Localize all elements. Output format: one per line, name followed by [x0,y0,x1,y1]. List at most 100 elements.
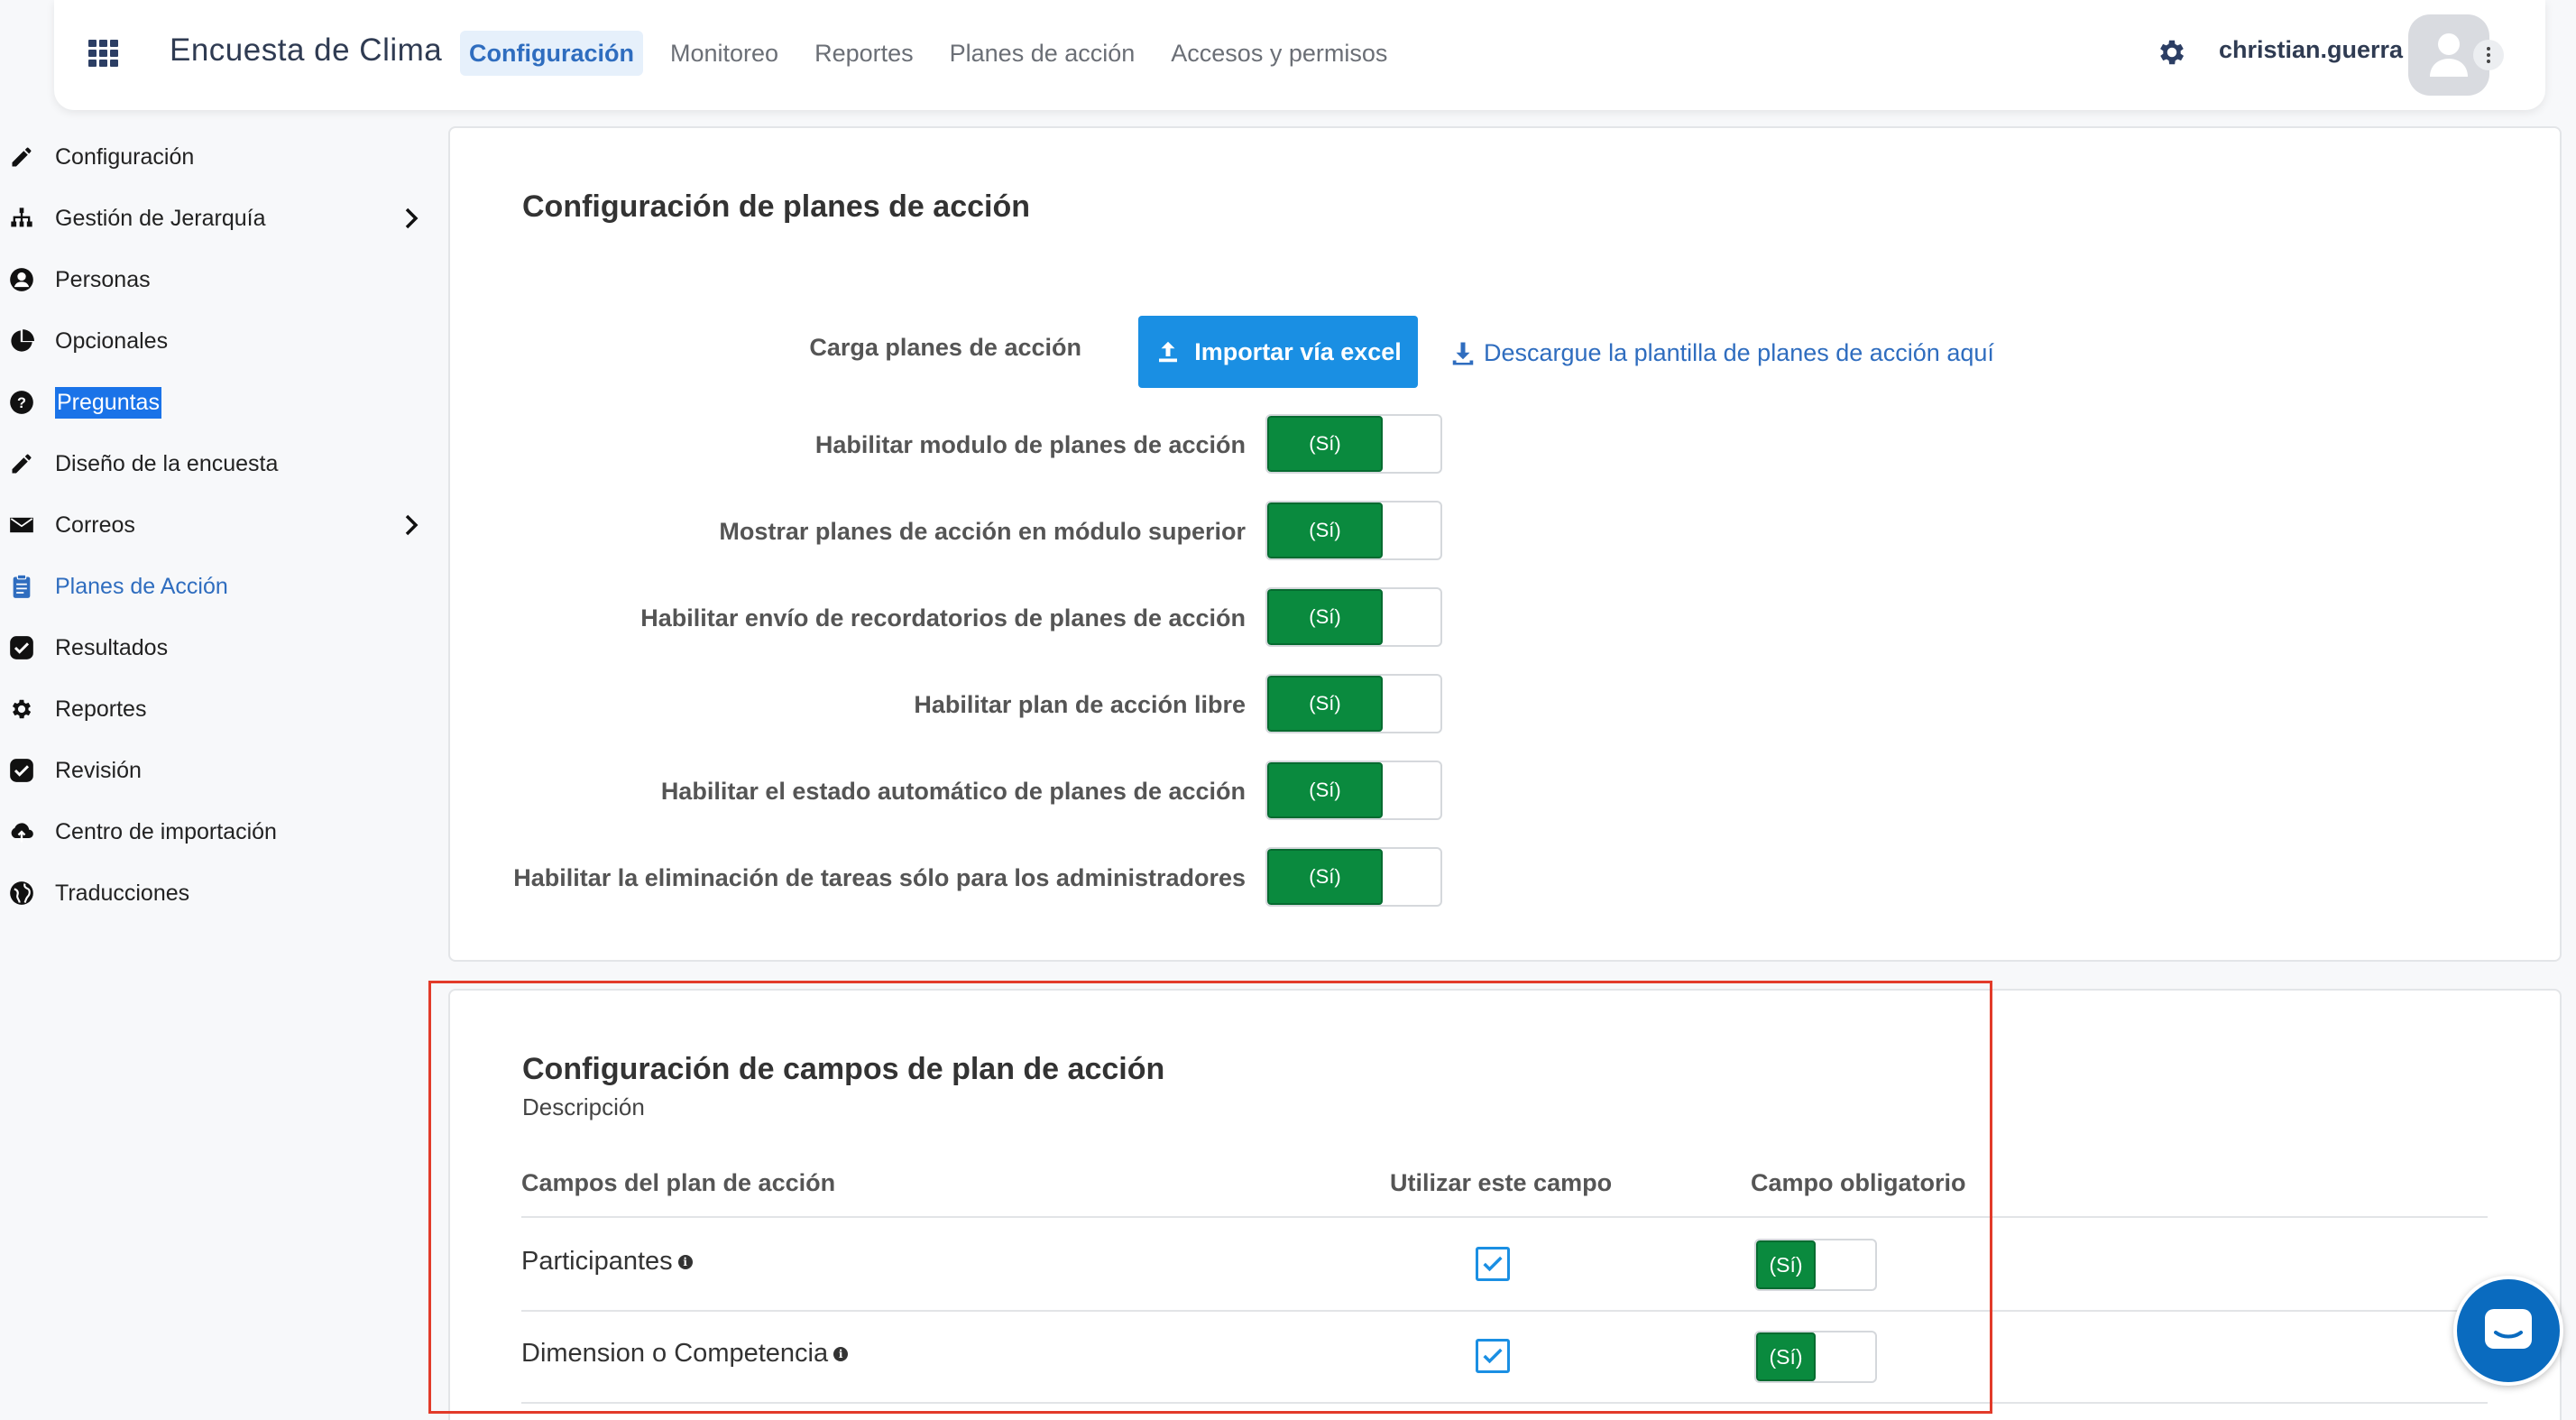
sidebar-item-label: Reportes [55,696,147,722]
field-name: Participantes [521,1247,673,1276]
panel-description: Descripción [522,1093,645,1120]
sidebar-item-label: Revisión [55,757,142,783]
plans-config-panel: Configuración de planes de acción Carga … [448,126,2562,962]
nav-configuracion[interactable]: Configuración [460,31,643,76]
toggle-plan-libre[interactable]: (Sí) [1265,674,1442,733]
column-header-required: Campo obligatorio [1751,1169,1966,1196]
cloud-upload-icon [11,823,33,843]
pencil-icon [12,147,32,167]
chat-widget-button[interactable] [2453,1276,2563,1386]
import-excel-label: Importar vía excel [1194,337,1402,365]
sidebar-item-reportes[interactable]: Reportes [0,678,433,740]
import-excel-button[interactable]: Importar vía excel [1138,316,1418,388]
nav-monitoreo[interactable]: Monitoreo [661,31,787,76]
toggle-on-label: (Sí) [1756,1240,1816,1289]
sidebar-item-label: Planes de Acción [55,573,228,599]
toggle-label: Habilitar plan de acción libre [914,691,1246,718]
upload-label: Carga planes de acción [809,334,1081,361]
field-row-dimension: Dimension o Competencia i [521,1339,849,1369]
checkmark-icon [1483,1348,1503,1364]
toggle-recordatorios[interactable]: (Sí) [1265,587,1442,647]
nav-reportes[interactable]: Reportes [805,31,923,76]
sidebar-item-preguntas[interactable]: ? Preguntas [0,372,433,433]
sidebar-item-label: Preguntas [55,386,161,419]
row-divider [521,1310,2488,1312]
hierarchy-icon [11,207,32,227]
sidebar-item-label: Diseño de la encuesta [55,450,279,476]
globe-icon [10,881,33,905]
person-icon [10,268,33,291]
sidebar-item-label: Opcionales [55,327,169,354]
download-icon [1452,342,1474,364]
svg-text:?: ? [17,395,26,411]
username[interactable]: christian.guerra [2219,36,2403,64]
sidebar-item-label: Personas [55,266,151,292]
chevron-right-icon[interactable] [402,513,420,537]
sidebar-item-configuracion[interactable]: Configuración [0,126,433,188]
sidebar-item-revision[interactable]: Revisión [0,740,433,801]
sidebar-item-label: Correos [55,512,135,538]
toggle-on-label: (Sí) [1267,503,1383,558]
sidebar-item-label: Centro de importación [55,818,277,844]
toggle-habilitar-modulo[interactable]: (Sí) [1265,414,1442,474]
toggle-on-label: (Sí) [1267,589,1383,645]
toggle-on-label: (Sí) [1756,1332,1816,1381]
use-field-checkbox[interactable] [1476,1247,1510,1281]
panel-title: Configuración de planes de acción [522,189,1030,224]
sidebar-item-diseno-encuesta[interactable]: Diseño de la encuesta [0,433,433,494]
sidebar-item-label: Gestión de Jerarquía [55,205,266,231]
nav-planes-de-accion[interactable]: Planes de acción [941,31,1145,76]
sidebar-item-personas[interactable]: Personas [0,249,433,310]
toggle-eliminacion-tareas[interactable]: (Sí) [1265,847,1442,907]
settings-gear-icon[interactable] [2156,36,2188,69]
field-row-participantes: Participantes i [521,1247,693,1277]
required-toggle[interactable]: (Sí) [1754,1331,1877,1383]
column-header-fields: Campos del plan de acción [521,1169,836,1196]
question-icon: ? [10,391,33,414]
field-name: Dimension o Competencia [521,1339,829,1368]
sidebar-item-opcionales[interactable]: Opcionales [0,310,433,372]
apps-grid-icon[interactable] [88,40,119,67]
sidebar-item-resultados[interactable]: Resultados [0,617,433,678]
check-icon [10,636,33,659]
main-nav: Configuración Monitoreo Reportes Planes … [460,31,1414,76]
sidebar-item-traducciones[interactable]: Traducciones [0,862,433,924]
sidebar-item-gestion-jerarquia[interactable]: Gestión de Jerarquía [0,188,433,249]
toggle-on-label: (Sí) [1267,416,1383,472]
toggle-on-label: (Sí) [1267,849,1383,905]
panel-title: Configuración de campos de plan de acció… [522,1052,1165,1086]
toggle-mostrar-modulo-superior[interactable]: (Sí) [1265,501,1442,560]
required-toggle[interactable]: (Sí) [1754,1239,1877,1291]
pie-chart-icon [11,329,34,352]
clipboard-icon [13,574,31,598]
checkmark-icon [1483,1256,1503,1272]
envelope-icon [10,517,33,533]
toggle-label: Habilitar la eliminación de tareas sólo … [513,864,1246,891]
app-title: Encuesta de Clima [170,32,443,68]
column-header-use: Utilizar este campo [1390,1169,1613,1196]
more-vertical-icon[interactable] [2473,40,2504,70]
check-icon [10,759,33,782]
toggle-label: Habilitar el estado automático de planes… [660,778,1246,805]
toggle-on-label: (Sí) [1267,676,1383,732]
sidebar-item-label: Configuración [55,143,195,170]
sidebar: Configuración Gestión de Jerarquía Perso… [0,126,433,924]
nav-accesos-y-permisos[interactable]: Accesos y permisos [1162,31,1396,76]
info-icon[interactable]: i [677,1254,693,1269]
sidebar-item-correos[interactable]: Correos [0,494,433,556]
row-divider [521,1402,2488,1404]
pencil-icon [12,454,32,474]
toggle-on-label: (Sí) [1267,762,1383,818]
upload-icon [1159,341,1178,363]
toggle-label: Mostrar planes de acción en módulo super… [719,518,1246,545]
toggle-estado-automatico[interactable]: (Sí) [1265,761,1442,820]
info-icon[interactable]: i [833,1346,849,1361]
use-field-checkbox[interactable] [1476,1339,1510,1373]
gear-icon [12,699,32,719]
download-template-label: Descargue la plantilla de planes de acci… [1484,339,1994,366]
sidebar-item-planes-de-accion[interactable]: Planes de Acción [0,556,433,617]
sidebar-item-centro-importacion[interactable]: Centro de importación [0,801,433,862]
header-divider [521,1216,2488,1218]
download-template-link[interactable]: Descargue la plantilla de planes de acci… [1449,339,1994,367]
chevron-right-icon[interactable] [402,207,420,230]
